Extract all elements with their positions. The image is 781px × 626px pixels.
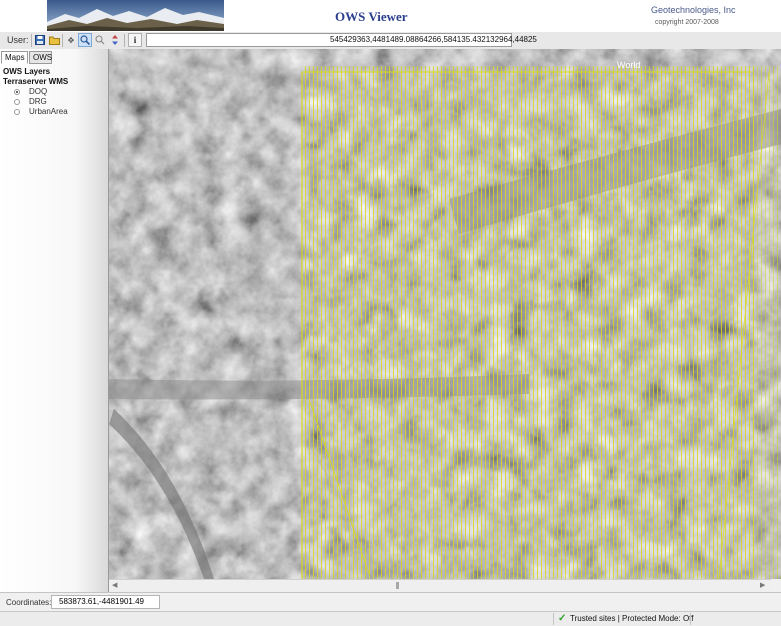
app-title: OWS Viewer — [335, 9, 408, 24]
coordinates-field: 583873.61,-4481901.49 — [51, 595, 160, 609]
ows-layers-heading: OWS Layers — [3, 67, 51, 76]
bbox-input[interactable]: 545429363,4481489.08864266,584135.432132… — [146, 33, 537, 47]
toolbar-separator — [124, 34, 125, 47]
save-button[interactable] — [33, 33, 47, 47]
check-icon: ✓ — [558, 613, 567, 624]
info-icon: i — [133, 35, 137, 45]
scroll-right-icon[interactable]: ▶ — [760, 581, 765, 589]
zoom-in-icon — [80, 35, 90, 45]
toolbar-separator — [31, 34, 32, 47]
browser-status-bar: ✓ Trusted sites | Protected Mode: Off — [0, 611, 781, 626]
app-header: OWS Viewer Geotechnologies, Inc copyrigh… — [0, 0, 781, 33]
world-overlay — [302, 66, 754, 579]
radio-icon[interactable] — [14, 99, 20, 105]
aerial-map-image — [109, 49, 781, 579]
status-separator — [553, 613, 554, 625]
status-bar: Coordinates: 583873.61,-4481901.49 — [0, 592, 781, 611]
radio-selected-icon[interactable] — [14, 89, 20, 95]
pan-button[interactable]: ✥ — [64, 33, 78, 47]
tab-ows[interactable]: OWS — [29, 51, 52, 64]
updown-arrows-icon — [112, 35, 118, 45]
rotate-button[interactable] — [108, 33, 122, 47]
open-folder-icon — [48, 36, 60, 45]
layer-label: UrbanArea — [29, 107, 68, 116]
layer-label: DOQ — [29, 87, 48, 96]
info-button[interactable]: i — [128, 33, 142, 47]
user-label: User: — [7, 35, 29, 45]
zoom-in-button[interactable] — [78, 33, 92, 47]
layers-panel: Maps OWS OWS Layers Terraserver WMS DOQ … — [0, 49, 109, 592]
zoom-out-button[interactable] — [93, 33, 107, 47]
zoom-out-icon — [95, 35, 105, 45]
company-name: Geotechnologies, Inc — [651, 5, 736, 15]
service-heading: Terraserver WMS — [3, 77, 69, 86]
layer-tree: OWS Layers Terraserver WMS DOQ DRG Urban… — [3, 67, 68, 117]
status-separator — [690, 613, 691, 625]
open-folder-button[interactable] — [47, 33, 61, 47]
coordinates-label: Coordinates: — [6, 598, 52, 607]
layer-item-doq[interactable]: DOQ — [3, 87, 68, 97]
save-icon — [35, 35, 45, 45]
security-zone-text: Trusted sites | Protected Mode: Off — [570, 614, 694, 623]
toolbar-separator — [62, 34, 63, 47]
map-canvas[interactable]: World — [109, 49, 781, 579]
layer-item-drg[interactable]: DRG — [3, 97, 68, 107]
radio-icon[interactable] — [14, 109, 20, 115]
layer-label: DRG — [29, 97, 47, 106]
layer-item-urbanarea[interactable]: UrbanArea — [3, 107, 68, 117]
toolbar: User: ✥ i 545429363,4481489.08864266,584… — [0, 32, 781, 50]
map-horizontal-scrollbar[interactable]: ◀ ▶ — [109, 579, 771, 592]
copyright-text: copyright 2007-2008 — [655, 19, 719, 26]
world-label: World — [617, 60, 641, 70]
scroll-thumb[interactable] — [396, 582, 399, 589]
mountain-banner-icon — [47, 0, 224, 31]
tab-maps[interactable]: Maps — [1, 51, 28, 64]
pan-icon: ✥ — [67, 35, 75, 45]
scroll-left-icon[interactable]: ◀ — [112, 581, 117, 589]
